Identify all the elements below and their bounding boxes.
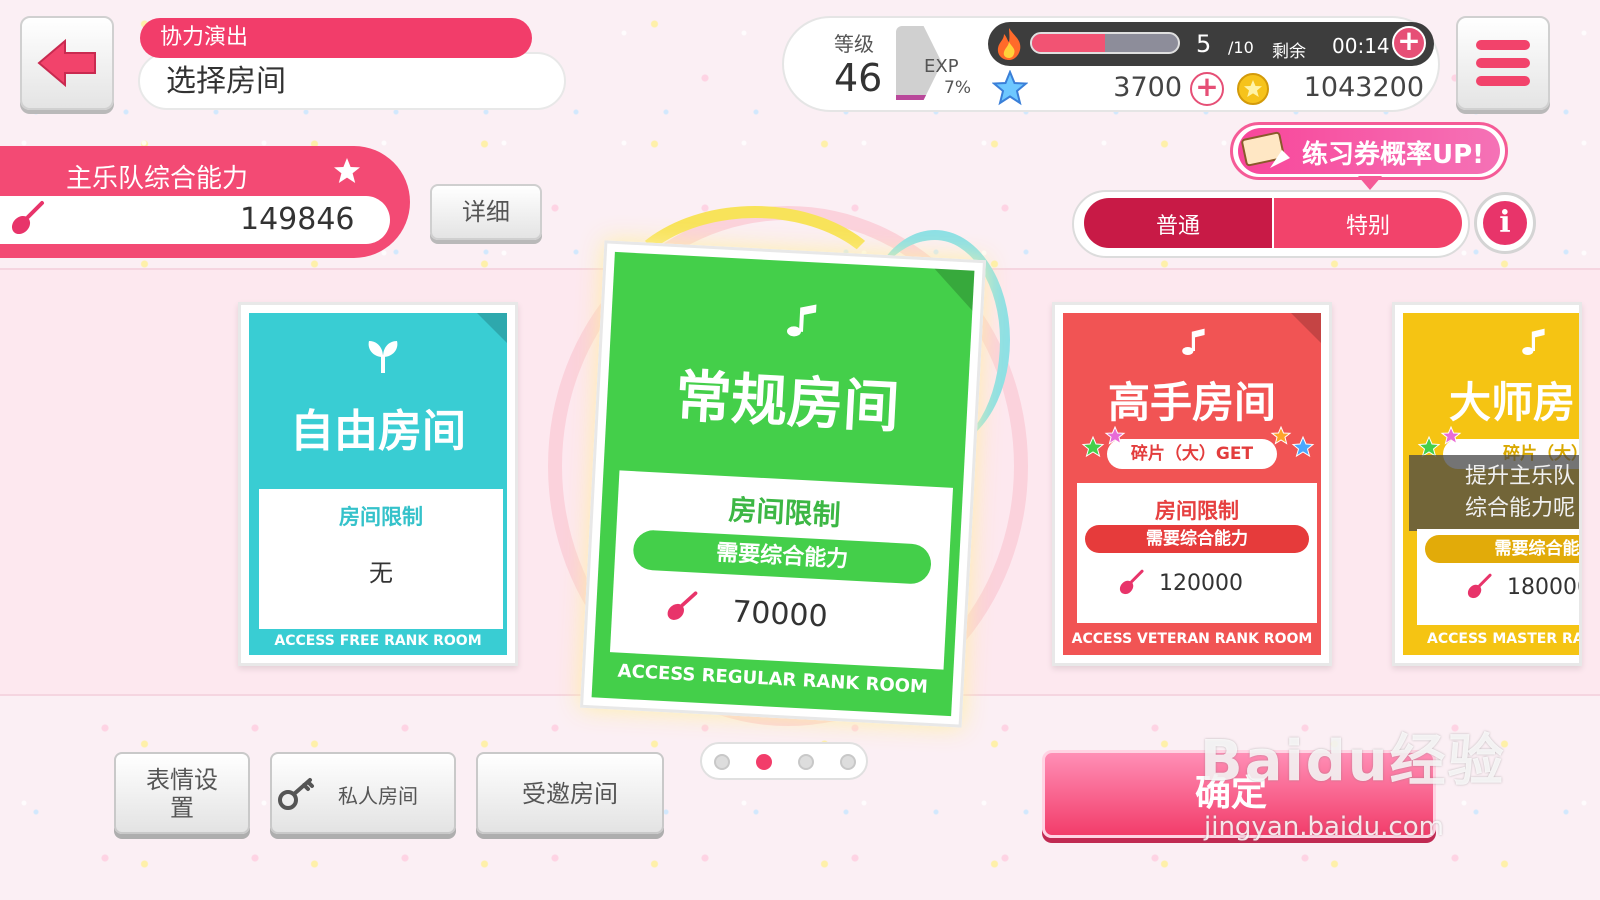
exp-percent: 7% [944,78,971,98]
add-stars-button[interactable]: + [1190,72,1224,106]
music-note-icon [787,304,817,337]
tab-special[interactable]: 特别 [1274,198,1462,248]
private-room-label: 私人房间 [338,784,418,808]
tab-normal[interactable]: 普通 [1084,198,1272,248]
remain-time: 00:14 [1332,34,1390,58]
mode-label: 协力演出 [140,18,532,58]
flame-icon [997,28,1021,60]
room-limit-value: 70000 [731,594,829,635]
room-limit-box: 房间限制 无 [259,489,503,629]
room-title: 大师房 [1449,378,1576,427]
info-icon: i [1483,201,1527,245]
coin-count: 1043200 [1303,72,1424,103]
music-note-icon [1522,328,1545,355]
room-card-free[interactable]: 自由房间 房间限制 无 ACCESS FREE RANK ROOM [238,302,518,666]
locked-text-line: 提升主乐队 [1465,464,1576,489]
ticket-banner-text: 练习券概率UP! [1302,140,1485,170]
room-access-text: ACCESS FREE RANK ROOM [274,633,482,649]
star-cluster-icon [1270,425,1315,458]
level-value: 46 [834,56,883,100]
invited-room-button[interactable]: 受邀房间 [476,752,664,834]
page-dot[interactable] [714,754,730,770]
room-card-body: 自由房间 房间限制 无 ACCESS FREE RANK ROOM [249,313,507,655]
level-label: 等级 [834,32,874,56]
room-card-body: 常规房间 房间限制 需要综合能力 70000 ACCESS REGULAR RA… [591,251,975,717]
room-title: 高手房间 [1107,378,1276,427]
watermark-logo: Baidu经验 [1200,729,1506,794]
ticket-banner-tail [1358,176,1382,190]
back-button[interactable] [20,16,114,110]
menu-bar [1476,40,1530,50]
menu-bar [1476,58,1530,68]
band-power-label: 主乐队综合能力 [66,164,249,194]
locked-overlay: 提升主乐队 综合能力呢 [1409,455,1579,531]
page-dot[interactable] [756,754,772,770]
room-title: 自由房间 [290,406,466,457]
room-card-master[interactable]: 大师房 碎片（大）( 提升主乐队 综合能力呢 需要综合能 180000 ACCE… [1392,302,1582,666]
menu-bar [1476,76,1530,86]
star-cluster-icon [1081,425,1126,458]
guitar-icon [667,591,698,620]
room-card-veteran[interactable]: 高手房间 碎片（大）GET 房间限制 需要综合能力 120000 ACCESS … [1052,302,1332,666]
room-requirement: 需要综合能力 [632,529,933,585]
face-settings-button[interactable]: 表情设置 [114,752,250,834]
star-gem-count: 3700 [1113,72,1182,103]
room-title: 常规房间 [673,364,901,441]
room-card-body: 高手房间 碎片（大）GET 房间限制 需要综合能力 120000 ACCESS … [1063,313,1321,655]
back-arrow-icon [37,38,96,88]
ticket-icon [1241,131,1290,168]
info-button[interactable]: i [1474,192,1536,254]
page-title: 选择房间 [138,52,566,110]
stamina-max: /10 [1228,38,1254,57]
room-access-text: ACCESS VETERAN RANK ROOM [1071,631,1313,647]
room-card-regular[interactable]: 常规房间 房间限制 需要综合能力 70000 ACCESS REGULAR RA… [580,240,986,728]
room-limit-label: 房间限制 [1155,499,1239,523]
sprout-icon [368,341,398,373]
room-requirement: 需要综合能力 [1085,525,1309,553]
card-fold [477,313,507,343]
room-access-text: ACCESS MASTER RA [1427,631,1582,647]
page-dot[interactable] [840,754,856,770]
face-settings-label: 表情设置 [146,766,218,822]
music-note-icon [1182,328,1205,355]
remain-label: 剩余 [1272,42,1306,62]
guitar-icon [11,201,44,235]
add-stamina-button[interactable]: + [1392,26,1426,60]
stamina-current: 5 [1196,30,1212,58]
room-limit-box: 需要综合能 180000 [1417,529,1579,625]
carousel-pagination [700,742,868,780]
room-limit-label: 房间限制 [339,505,423,529]
card-fold [1291,313,1321,343]
locked-text-line: 综合能力呢 [1465,496,1576,521]
stamina-gauge [1030,32,1180,54]
key-icon [278,778,314,810]
room-limit-value: 无 [369,559,393,587]
menu-button[interactable] [1456,16,1550,110]
card-fold [932,268,975,311]
room-requirement: 需要综合能 [1425,535,1579,563]
band-power-value: 149846 [240,202,355,237]
guitar-icon [1119,569,1144,595]
stamina-gauge-fill [1032,34,1105,52]
exp-label: EXP [924,56,959,77]
star-icon [334,158,360,183]
room-limit-value: 120000 [1159,571,1243,596]
page-dot[interactable] [798,754,814,770]
watermark-url: jingyan.baidu.com [1204,812,1444,842]
star-gem-icon [992,70,1028,106]
room-limit-box: 房间限制 需要综合能力 120000 [1077,483,1317,623]
room-limit-value: 180000 [1507,575,1579,600]
detail-button[interactable]: 详细 [430,184,542,240]
room-limit-box: 房间限制 需要综合能力 70000 [609,470,954,670]
room-card-body: 大师房 碎片（大）( 提升主乐队 综合能力呢 需要综合能 180000 ACCE… [1403,313,1582,655]
guitar-icon [1467,573,1492,599]
private-room-button[interactable]: 私人房间 [270,752,456,834]
coin-icon [1237,73,1269,105]
